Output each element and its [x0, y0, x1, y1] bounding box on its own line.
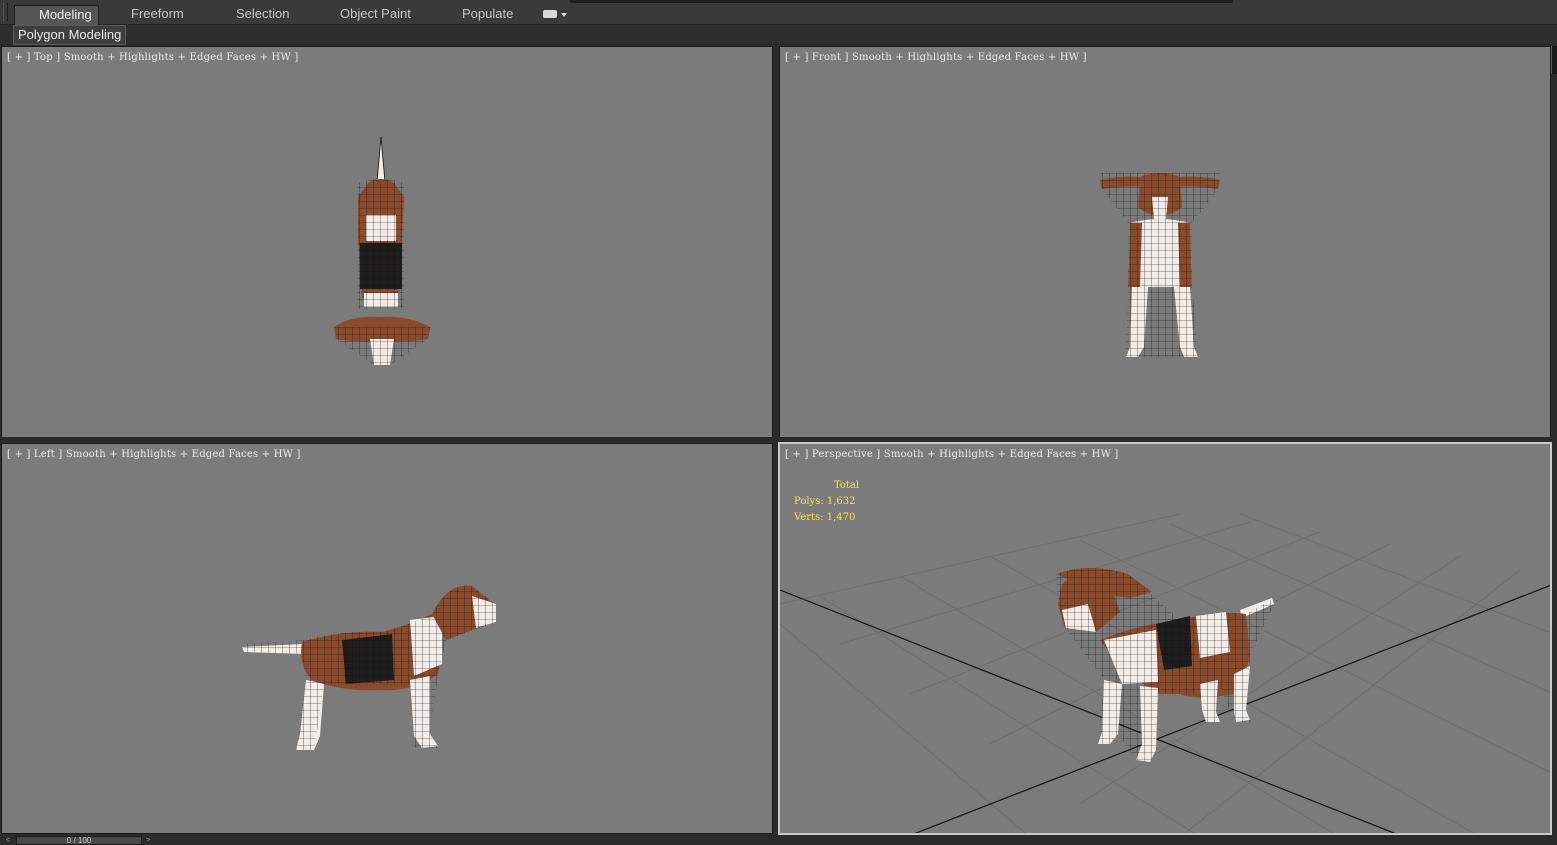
- viewport-perspective-label[interactable]: [ + ] Perspective ] Smooth + Highlights …: [785, 449, 1119, 460]
- tab-freeform[interactable]: Freeform: [123, 5, 192, 23]
- ribbon-tab-bar: Modeling Freeform Selection Object Paint…: [0, 0, 1557, 25]
- viewport-left[interactable]: [ + ] Left ] Smooth + Highlights + Edged…: [1, 443, 773, 834]
- chevron-down-icon: [561, 13, 567, 17]
- ribbon-divider: [570, 0, 1233, 3]
- viewport-front[interactable]: [ + ] Front ] Smooth + Highlights + Edge…: [779, 46, 1551, 438]
- ribbon-toggle-icon: [543, 10, 557, 18]
- viewport-scroll-handle[interactable]: [1551, 46, 1557, 74]
- stats-polys: Polys: 1,632: [794, 496, 856, 507]
- dog-model-front-view: [1100, 173, 1220, 357]
- ribbon-options-button[interactable]: [543, 9, 567, 21]
- stats-total-label: Total: [834, 480, 860, 491]
- time-slider[interactable]: 0 / 100: [16, 836, 142, 845]
- tab-modeling[interactable]: Modeling: [14, 5, 99, 25]
- stats-verts: Verts: 1,470: [794, 512, 856, 523]
- tab-object-paint[interactable]: Object Paint: [332, 5, 419, 23]
- time-slider-bar: < 0 / 100 >: [0, 835, 1557, 845]
- polygon-stats-overlay: Total Polys: 1,632 Verts: 1,470: [794, 478, 859, 526]
- dog-model-perspective-view: [780, 513, 1550, 833]
- dog-model-top-view: [334, 136, 430, 365]
- polygon-modeling-panel-label[interactable]: Polygon Modeling: [13, 25, 127, 45]
- viewport-perspective[interactable]: [ + ] Perspective ] Smooth + Highlights …: [778, 442, 1552, 835]
- dog-model-left-view: [242, 585, 496, 750]
- ribbon-grip-handle[interactable]: [3, 3, 8, 21]
- ribbon-panel-bar: Polygon Modeling: [0, 25, 1557, 45]
- tab-populate[interactable]: Populate: [454, 5, 521, 23]
- tab-selection[interactable]: Selection: [228, 5, 297, 23]
- viewport-top[interactable]: [ + ] Top ] Smooth + Highlights + Edged …: [1, 46, 773, 438]
